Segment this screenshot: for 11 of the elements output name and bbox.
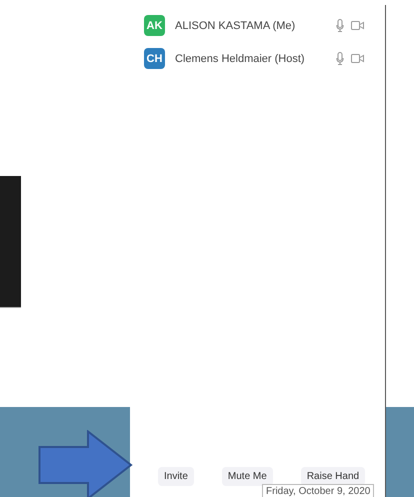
- panel-button[interactable]: Mute Me: [222, 467, 273, 486]
- avatar: CH: [144, 48, 165, 69]
- video-camera-icon[interactable]: [351, 54, 364, 63]
- participant-name: ALISON KASTAMA (Me): [175, 20, 296, 32]
- avatar: AK: [144, 15, 165, 36]
- panel-button[interactable]: Invite: [158, 467, 194, 486]
- date-tooltip: Friday, October 9, 2020: [262, 484, 374, 497]
- participant-name: Clemens Heldmaier (Host): [175, 52, 306, 64]
- microphone-icon[interactable]: [336, 19, 344, 32]
- video-camera-icon[interactable]: [351, 21, 364, 30]
- microphone-icon[interactable]: [336, 52, 344, 65]
